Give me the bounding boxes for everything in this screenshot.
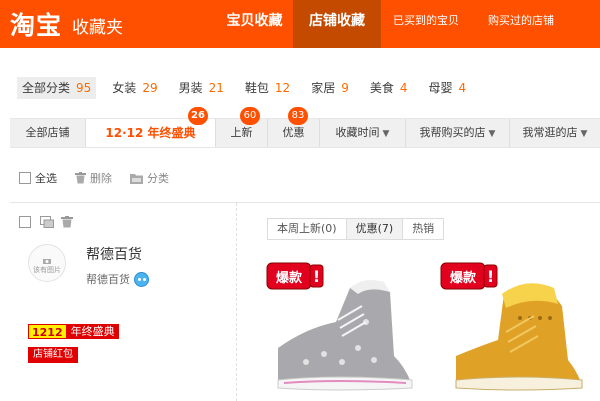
promo-tag-1212[interactable]: 1212 年终盛典 — [28, 324, 119, 339]
camera-icon — [43, 259, 51, 264]
category-label: 男装 — [178, 81, 203, 95]
category-label: 全部分类 — [22, 81, 71, 95]
shop-card-tools — [19, 216, 80, 228]
select-all[interactable]: 全选 — [19, 170, 57, 186]
delete-button[interactable]: 删除 — [75, 170, 112, 186]
trash-icon — [75, 172, 86, 184]
hot-item-badge: ! 爆款 — [440, 262, 498, 290]
arrow-down-icon: ▼ — [382, 129, 390, 139]
shop-filter-tabs: 全部店铺 12·12 年终盛典 26 上新 60 优惠 83 收藏时间 ▼ 我帮购… — [10, 107, 600, 148]
product-tabs: 本周上新(0) 优惠(7) 热销 — [267, 218, 445, 240]
tab-weekly-new[interactable]: 本周上新(0) — [268, 219, 347, 239]
tab-1212-promo[interactable]: 12·12 年终盛典 26 — [86, 107, 216, 147]
tab-label: 收藏时间 — [335, 126, 380, 139]
favorites-title: 收藏夹 — [72, 18, 124, 38]
top-header: 淘宝 收藏夹 宝贝收藏 店铺收藏 已买到的宝贝 购买过的店铺 — [0, 0, 600, 48]
tab-label: 优惠 — [282, 126, 305, 139]
tab-label: 12·12 年终盛典 — [105, 126, 196, 140]
wangwang-chat-icon[interactable] — [134, 271, 149, 287]
category-count: 9 — [341, 81, 349, 95]
sale-count-badge: 83 — [288, 107, 308, 125]
shop-sub: 帮德百货 — [86, 271, 149, 287]
no-image-text: 该有图片 — [33, 266, 61, 274]
sort-bought-shops[interactable]: 我帮购买的店 ▼ — [406, 119, 510, 147]
category-label: 家居 — [311, 81, 336, 95]
nav-item-favorite-items[interactable]: 宝贝收藏 — [216, 0, 293, 48]
select-all-checkbox[interactable] — [19, 172, 31, 184]
tab-label: 我常逛的店 — [522, 126, 578, 139]
shop-seller-name[interactable]: 帮德百货 — [86, 271, 130, 287]
category-count: 12 — [274, 81, 291, 95]
category-men[interactable]: 男装 21 — [174, 77, 229, 99]
tab-label: 我帮购买的店 — [419, 126, 486, 139]
tab-all-shops[interactable]: 全部店铺 — [10, 119, 86, 147]
category-women[interactable]: 女装 29 — [107, 77, 162, 99]
tab-hot-sale[interactable]: 热销 — [403, 219, 444, 239]
classify-label: 分类 — [147, 172, 169, 185]
promo-tag-text: 年终盛典 — [66, 324, 119, 339]
category-label: 鞋包 — [244, 81, 269, 95]
category-shoes-bags[interactable]: 鞋包 12 — [240, 77, 295, 99]
message-icon[interactable] — [40, 216, 54, 228]
select-all-label: 全选 — [35, 172, 57, 185]
nav-item-favorite-shops[interactable]: 店铺收藏 — [293, 0, 381, 48]
tab-discount[interactable]: 优惠(7) — [346, 219, 404, 239]
category-label: 女装 — [112, 81, 137, 95]
delete-label: 删除 — [90, 172, 112, 185]
badge-text: 爆款 — [450, 270, 477, 286]
classify-button[interactable]: 分类 — [130, 170, 169, 186]
category-count: 21 — [208, 81, 224, 95]
nav-item-bought-items[interactable]: 已买到的宝贝 — [381, 0, 471, 48]
nav-item-bought-shops[interactable]: 购买过的店铺 — [471, 0, 571, 48]
brand[interactable]: 淘宝 收藏夹 — [10, 8, 123, 40]
shop-red-packet[interactable]: 店铺红包 — [28, 347, 78, 363]
category-filter: 全部分类 95 女装 29 男装 21 鞋包 12 家居 9 美食 4 母婴 4 — [17, 77, 482, 99]
category-count: 95 — [76, 81, 92, 95]
category-count: 4 — [399, 81, 408, 95]
category-count: 29 — [142, 81, 158, 95]
new-count-badge: 60 — [240, 107, 260, 125]
category-baby[interactable]: 母婴 4 — [424, 77, 472, 99]
category-food[interactable]: 美食 4 — [365, 77, 413, 99]
promo-tag-number: 1212 — [28, 324, 67, 339]
trash-icon[interactable] — [60, 216, 74, 228]
product-card[interactable]: ! 爆款 — [440, 262, 600, 401]
product-card[interactable]: ! 爆款 — [266, 262, 426, 401]
folder-icon — [130, 173, 143, 184]
badge-text: 爆款 — [276, 270, 303, 286]
svg-text:!: ! — [487, 267, 494, 286]
tab-new-arrivals[interactable]: 上新 60 — [216, 107, 268, 147]
category-all[interactable]: 全部分类 95 — [17, 77, 97, 99]
shop-logo[interactable]: 该有图片 — [28, 244, 66, 282]
arrow-down-icon: ▼ — [580, 129, 588, 139]
column-divider — [236, 203, 237, 401]
svg-text:!: ! — [313, 267, 320, 286]
category-home[interactable]: 家居 9 — [306, 77, 354, 99]
category-label: 母婴 — [428, 81, 453, 95]
tab-label: 上新 — [230, 126, 253, 139]
promo-count-badge: 26 — [188, 107, 208, 125]
category-label: 美食 — [369, 81, 394, 95]
sort-fav-time[interactable]: 收藏时间 ▼ — [320, 119, 406, 147]
sort-visited-shops[interactable]: 我常逛的店 ▼ — [510, 119, 600, 147]
main-nav: 宝贝收藏 店铺收藏 已买到的宝贝 购买过的店铺 — [216, 0, 571, 48]
arrow-down-icon: ▼ — [488, 129, 496, 139]
divider — [10, 202, 600, 203]
tab-discounts[interactable]: 优惠 83 — [268, 107, 320, 147]
shop-checkbox[interactable] — [19, 216, 31, 228]
shop-name-link[interactable]: 帮德百货 — [86, 244, 142, 264]
taobao-logo[interactable]: 淘宝 — [10, 6, 62, 42]
hot-item-badge: ! 爆款 — [266, 262, 324, 290]
bulk-actions: 全选 删除 分类 — [19, 170, 187, 186]
category-count: 4 — [458, 81, 467, 95]
